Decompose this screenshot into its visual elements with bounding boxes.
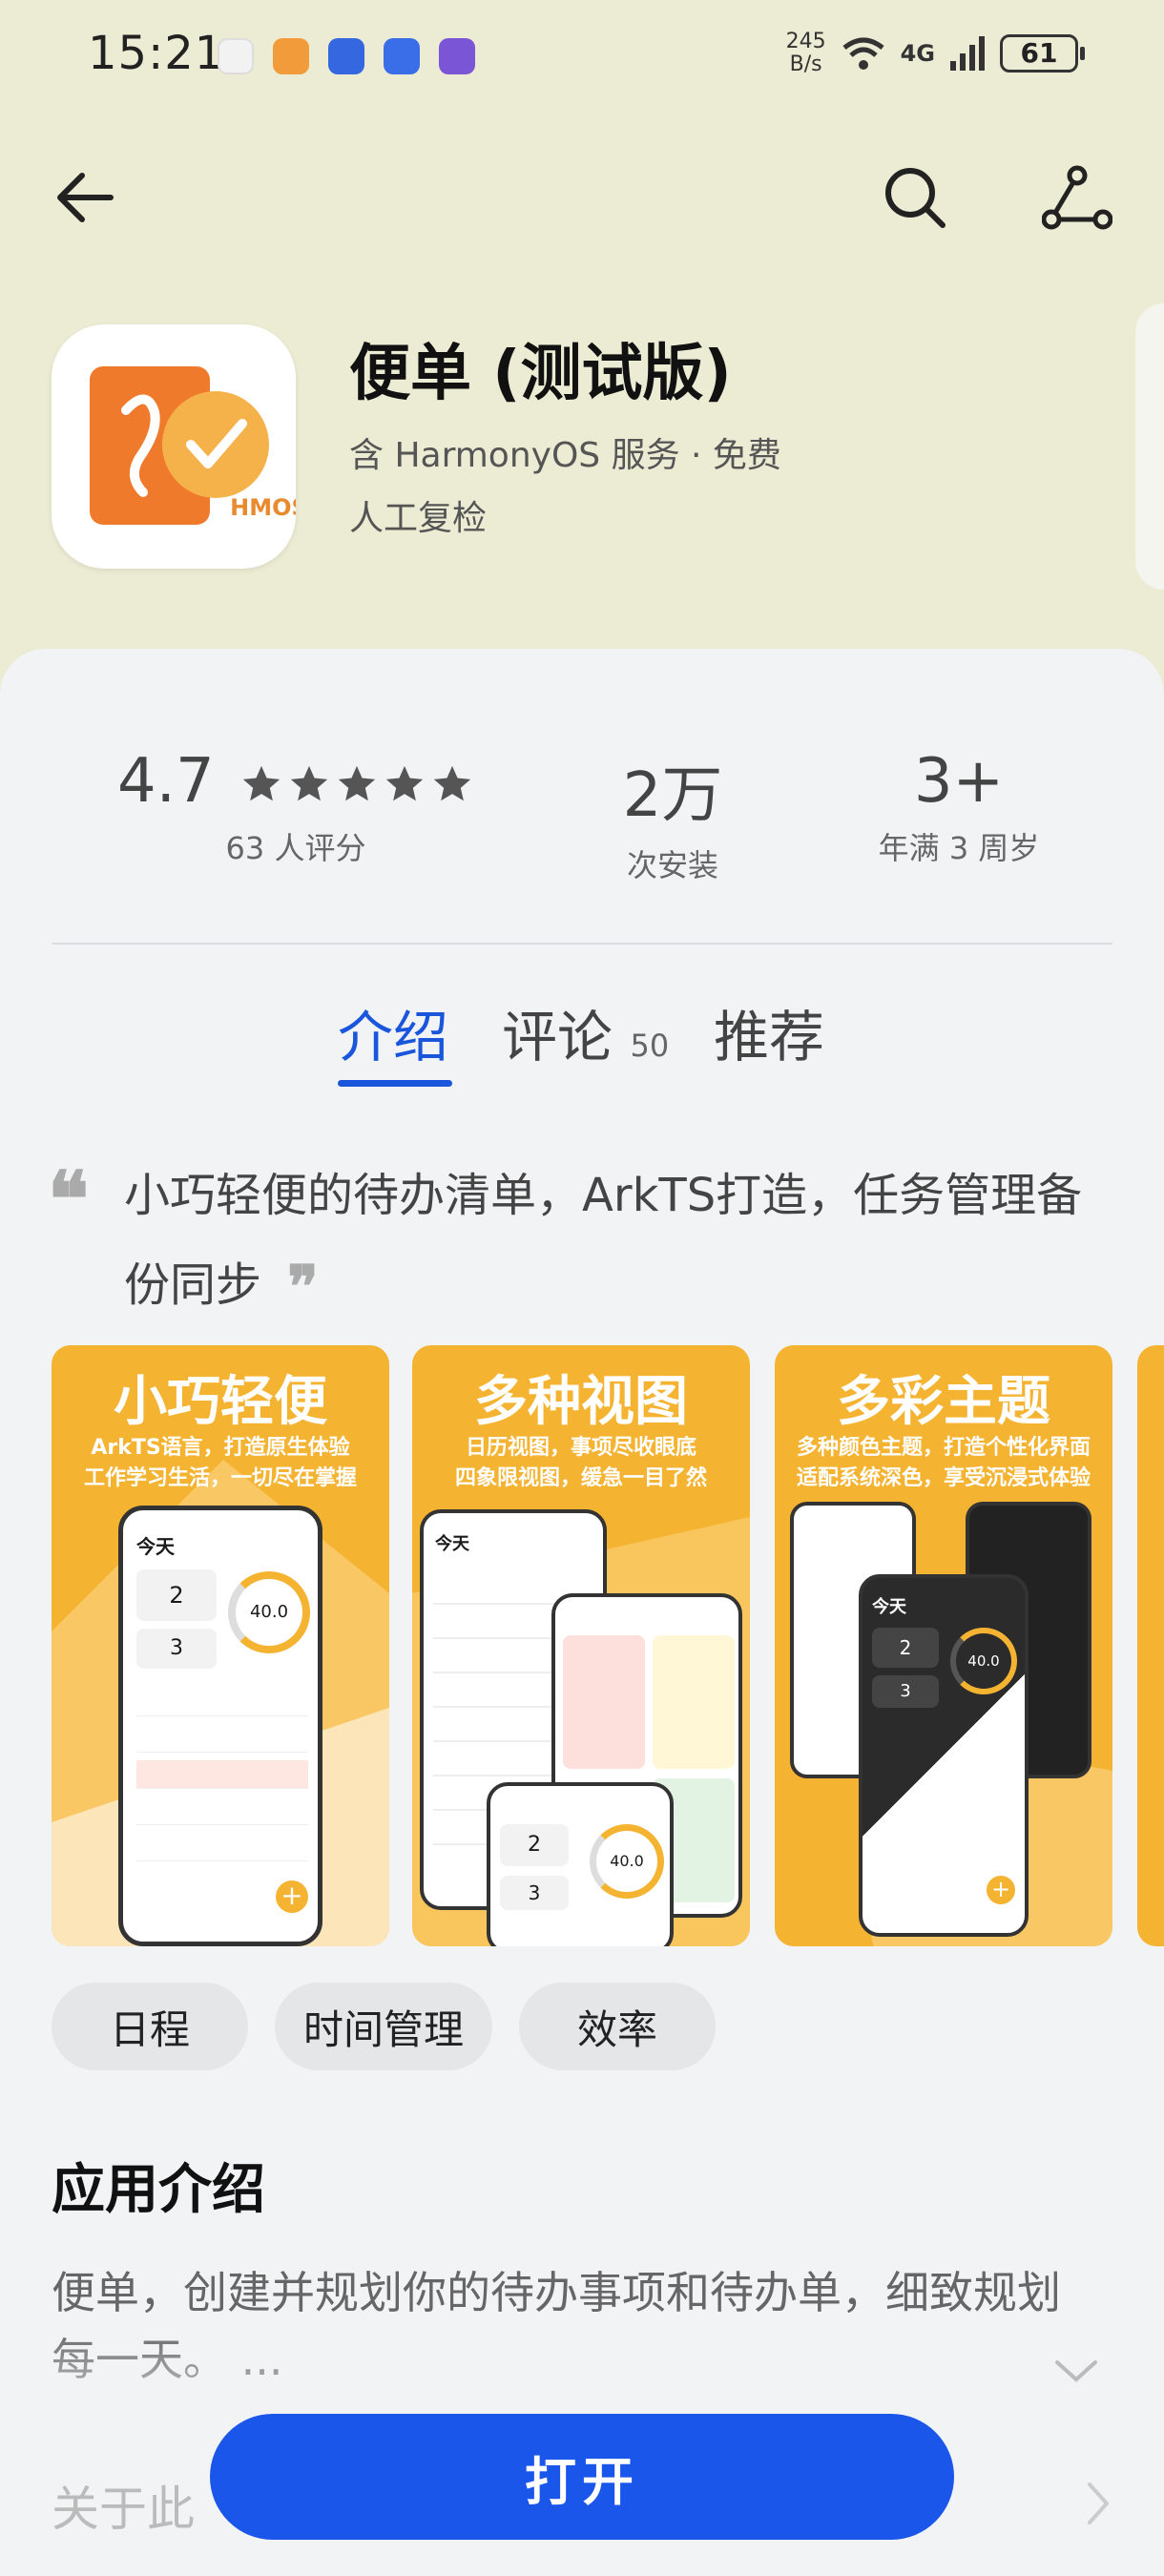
mockup-count-box: 2 xyxy=(136,1569,217,1621)
notification-app-icon xyxy=(384,38,420,74)
screenshot-title: 多彩主题 xyxy=(837,1371,1050,1433)
installs-label: 次安装 xyxy=(626,847,718,883)
app-logo-icon: HMOS xyxy=(90,366,296,525)
tab-reviews[interactable]: 评论 50 xyxy=(502,992,669,1072)
status-bar: 15:21 245 B/s 4G 61 xyxy=(0,0,1164,114)
mockup-today-label: 今天 xyxy=(435,1534,469,1554)
notification-app-icon xyxy=(439,38,475,74)
back-arrow-icon xyxy=(57,173,114,222)
notification-app-icon xyxy=(328,38,364,74)
rating-stars xyxy=(239,762,474,806)
tab-intro[interactable]: 介绍 xyxy=(338,992,448,1072)
rating-value: 4.7 xyxy=(116,746,215,817)
star-icon xyxy=(385,766,424,801)
mockup-count-box: 2 xyxy=(872,1628,939,1668)
side-panel-peek xyxy=(1135,303,1164,590)
app-meta: 含 HarmonyOS 服务 · 免费 xyxy=(349,436,781,475)
tab-active-indicator xyxy=(338,1080,452,1087)
chevron-right-icon xyxy=(1088,2483,1110,2524)
age-label: 年满 3 周岁 xyxy=(878,830,1040,866)
tab-reviews-count: 50 xyxy=(630,1028,670,1064)
open-button[interactable]: 打开 xyxy=(210,2414,954,2540)
mockup-gauge: 40.0 xyxy=(228,1571,310,1653)
app-icon-text: HMOS xyxy=(230,494,296,521)
quote-open-icon: ❝ xyxy=(48,1154,90,1244)
tag-schedule[interactable]: 日程 xyxy=(52,1983,248,2070)
rating-stat: 4.7 63 人评分 xyxy=(114,746,477,868)
screenshot-subtitle: ArkTS语言，打造原生体验 工作学习生活，一切尽在掌握 xyxy=(83,1436,357,1490)
share-button[interactable] xyxy=(1034,155,1120,240)
phone-mockup: 今天 2 3 40.0 + xyxy=(859,1574,1029,1937)
installs-stat: 2万 次安装 xyxy=(572,746,773,885)
search-button[interactable] xyxy=(872,155,958,240)
age-stat: 3+ 年满 3 周岁 xyxy=(849,746,1069,868)
chevron-down-icon[interactable] xyxy=(1053,2357,1099,2385)
mockup-quadrant xyxy=(653,1635,735,1769)
star-icon xyxy=(433,766,471,801)
star-icon xyxy=(290,766,328,801)
notification-app-icon xyxy=(218,38,254,74)
screenshot-title: 多种视图 xyxy=(474,1371,688,1433)
tag-time-management[interactable]: 时间管理 xyxy=(275,1983,492,2070)
mockup-count-box: 3 xyxy=(500,1876,569,1910)
mockup-count-box: 2 xyxy=(500,1824,569,1866)
divider xyxy=(52,943,1112,945)
battery-indicator: 61 xyxy=(1000,34,1085,73)
back-button[interactable] xyxy=(42,155,128,240)
star-icon xyxy=(242,766,281,801)
intro-title: 应用介绍 xyxy=(52,2159,265,2221)
mockup-gauge: 40.0 xyxy=(590,1824,664,1899)
mockup-today-label: 今天 xyxy=(872,1597,906,1617)
mockup-count-box: 3 xyxy=(872,1675,939,1708)
status-time: 15:21 xyxy=(88,27,225,80)
net-speed: 245 B/s xyxy=(785,30,826,76)
about-this-app[interactable]: 关于此 xyxy=(52,2471,195,2540)
screenshot-card[interactable]: 小巧轻便 ArkTS语言，打造原生体验 工作学习生活，一切尽在掌握 今天 2 3… xyxy=(52,1345,389,1946)
intro-fade xyxy=(0,2328,1164,2423)
mockup-gauge: 40.0 xyxy=(950,1628,1017,1694)
notification-app-icon xyxy=(273,38,309,74)
tab-recommend[interactable]: 推荐 xyxy=(714,992,824,1072)
screenshot-subtitle: 日历视图，事项尽收眼底 四象限视图，缓急一目了然 xyxy=(454,1436,707,1490)
age-value: 3+ xyxy=(913,746,1005,817)
tag-efficiency[interactable]: 效率 xyxy=(519,1983,716,2070)
quote-close-icon: ❞ xyxy=(287,1254,319,1320)
mockup-count-box: 3 xyxy=(136,1629,217,1669)
phone-mockup: 今天 2 3 40.0 + xyxy=(118,1506,322,1946)
network-type: 4G xyxy=(900,40,935,67)
signal-icon xyxy=(950,36,985,71)
app-name: 便单 (测试版) xyxy=(349,339,732,409)
add-fab-icon: + xyxy=(987,1876,1015,1904)
search-icon xyxy=(885,168,946,228)
screenshot-card-peek xyxy=(1137,1345,1164,1946)
tagline: 小巧轻便的待办清单，ArkTS打造，任务管理备份同步 ❞ xyxy=(124,1169,1083,1320)
rating-count: 63 人评分 xyxy=(225,830,366,866)
tab-reviews-label: 评论 xyxy=(502,1005,613,1070)
mockup-quadrant xyxy=(563,1635,645,1769)
add-fab-icon: + xyxy=(276,1880,308,1913)
mockup-today-label: 今天 xyxy=(136,1535,175,1558)
screenshot-subtitle: 多种颜色主题，打造个性化界面 适配系统深色，享受沉浸式体验 xyxy=(796,1436,1091,1490)
review-note: 人工复检 xyxy=(349,499,488,538)
screenshot-card[interactable]: 多种视图 日历视图，事项尽收眼底 四象限视图，缓急一目了然 今天 2 3 40.… xyxy=(412,1345,750,1946)
mockup-list xyxy=(136,1688,308,1861)
app-icon: HMOS xyxy=(52,324,296,569)
screenshot-title: 小巧轻便 xyxy=(114,1371,327,1433)
share-icon xyxy=(1042,165,1112,230)
wifi-icon xyxy=(842,37,884,70)
phone-mockup: 2 3 40.0 xyxy=(487,1782,674,1946)
installs-value: 2万 xyxy=(622,760,723,831)
screenshot-card[interactable]: 多彩主题 多种颜色主题，打造个性化界面 适配系统深色，享受沉浸式体验 今天 2 … xyxy=(775,1345,1112,1946)
star-icon xyxy=(338,766,376,801)
